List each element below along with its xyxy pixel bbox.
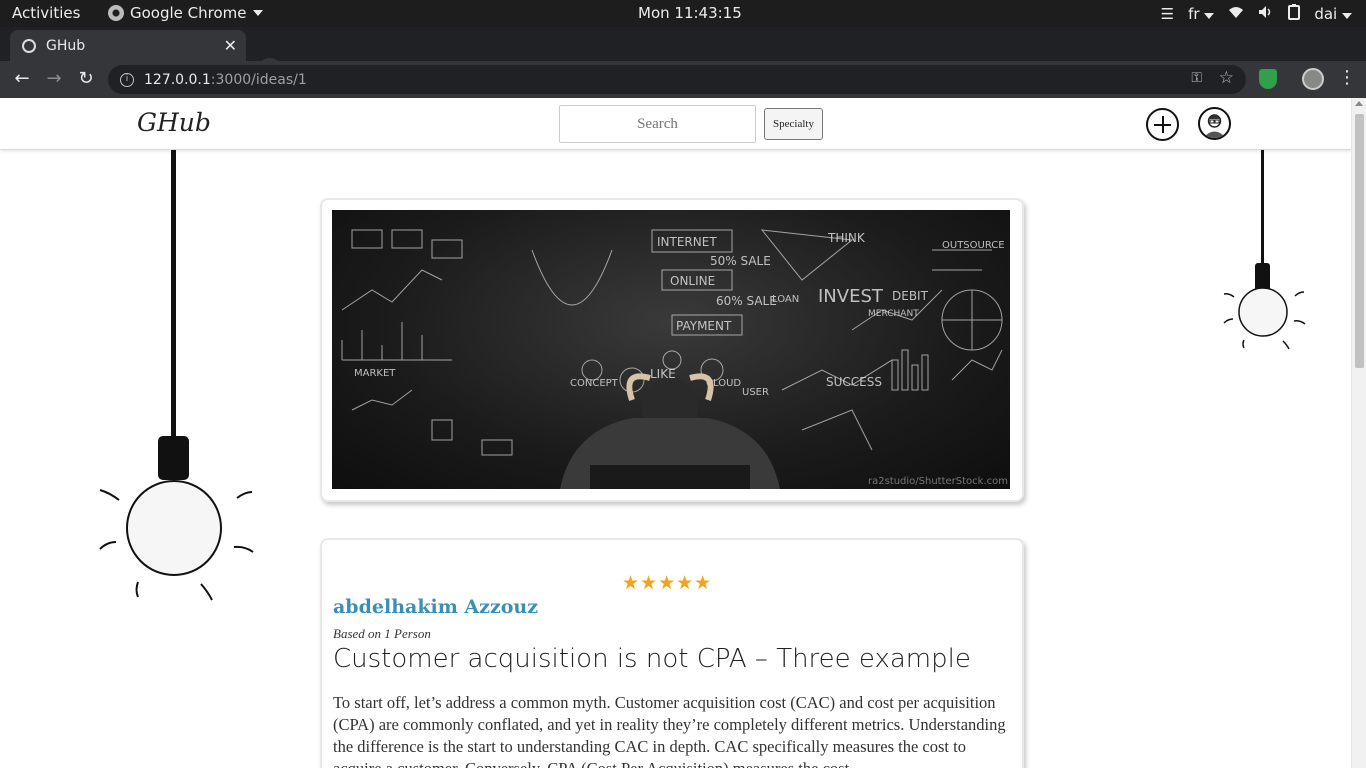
- system-tray[interactable]: ☰ fr dai: [1161, 4, 1352, 24]
- shield-extension-icon[interactable]: [1259, 69, 1277, 89]
- light-bulb-left-illustration: [99, 150, 254, 601]
- svg-text:USER: USER: [742, 387, 769, 398]
- specialty-button[interactable]: Specialty: [764, 108, 823, 140]
- clock[interactable]: Mon 11:43:15: [638, 4, 742, 22]
- svg-text:ONLINE: ONLINE: [670, 274, 715, 288]
- list-menu-icon[interactable]: ☰: [1161, 5, 1174, 23]
- tab-title: GHub: [46, 37, 86, 54]
- browser-toolbar: ← → ↻ i 127.0.0.1:3000/ideas/1 ⚿ ☆: [0, 61, 1366, 98]
- user-name: dai: [1314, 5, 1338, 23]
- rating-stars[interactable]: ★★★★★: [622, 572, 712, 594]
- system-top-bar: Activities Google Chrome Mon 11:43:15 ☰ …: [0, 0, 1366, 27]
- light-bulb-right-illustration: [1223, 150, 1306, 350]
- site-header: GHub Specialty: [0, 98, 1351, 150]
- chevron-down-icon: [1204, 13, 1215, 19]
- page-scrollbar[interactable]: [1351, 98, 1366, 768]
- user-avatar-icon: [1203, 114, 1226, 138]
- rating-count: Based on 1 Person: [333, 626, 431, 641]
- globe-icon: [22, 38, 36, 53]
- wifi-icon: [1228, 5, 1244, 23]
- address-bar[interactable]: i 127.0.0.1:3000/ideas/1 ⚿ ☆: [108, 65, 1246, 94]
- idea-image-card: INTERNET 50% SALE ONLINE 60% SALE PAYMEN…: [320, 198, 1024, 502]
- app-menu[interactable]: Google Chrome: [108, 4, 263, 22]
- chevron-down-icon: [1342, 13, 1352, 19]
- idea-image: INTERNET 50% SALE ONLINE 60% SALE PAYMEN…: [332, 210, 1010, 489]
- add-idea-button[interactable]: [1146, 108, 1179, 141]
- idea-description: To start off, let’s address a common myt…: [333, 693, 1006, 768]
- svg-text:SUCCESS: SUCCESS: [826, 375, 882, 389]
- chevron-down-icon: [252, 10, 263, 16]
- reload-icon[interactable]: ↻: [75, 68, 97, 89]
- browser-tab-strip: GHub ✕ + — ⧉ ✕: [0, 27, 1366, 85]
- svg-text:CONCEPT: CONCEPT: [570, 378, 619, 389]
- image-credit: ra2studio/ShutterStock.com: [867, 476, 1008, 487]
- kebab-menu-icon[interactable]: ⋮: [1338, 67, 1356, 88]
- page-viewport: GHub Specialty: [0, 98, 1366, 768]
- author-link[interactable]: abdelhakim Azzouz: [333, 596, 538, 618]
- search-input[interactable]: [559, 105, 756, 143]
- battery-icon: [1288, 4, 1301, 24]
- back-icon[interactable]: ←: [11, 68, 33, 89]
- key-icon[interactable]: ⚿: [1191, 70, 1202, 86]
- profile-avatar-icon[interactable]: [1302, 68, 1324, 90]
- svg-text:50% SALE: 50% SALE: [710, 254, 771, 268]
- svg-text:MERCHANT: MERCHANT: [868, 309, 919, 319]
- url-host: 127.0.0.1: [144, 71, 211, 88]
- idea-title: Customer acquisition is not CPA – Three …: [333, 644, 971, 674]
- app-menu-label: Google Chrome: [130, 4, 247, 22]
- forward-icon[interactable]: →: [43, 68, 65, 89]
- svg-text:INVEST: INVEST: [818, 286, 884, 307]
- volume-icon: [1258, 5, 1274, 23]
- scrollbar-thumb[interactable]: [1355, 114, 1364, 368]
- svg-text:PAYMENT: PAYMENT: [676, 319, 732, 333]
- user-menu[interactable]: dai: [1314, 5, 1352, 23]
- svg-text:LOAN: LOAN: [772, 294, 799, 305]
- chrome-icon: [108, 5, 124, 21]
- keyboard-layout-label: fr: [1188, 5, 1200, 23]
- close-icon[interactable]: ✕: [224, 36, 237, 55]
- scroll-up-icon[interactable]: [1355, 101, 1363, 106]
- site-logo[interactable]: GHub: [137, 108, 211, 137]
- svg-text:MARKET: MARKET: [354, 368, 396, 379]
- url-path: :3000/ideas/1: [210, 71, 307, 88]
- activities-button[interactable]: Activities: [12, 4, 80, 22]
- svg-text:THINK: THINK: [827, 231, 866, 245]
- svg-text:OUTSOURCE: OUTSOURCE: [942, 240, 1005, 251]
- info-icon[interactable]: i: [120, 72, 134, 87]
- bookmark-star-icon[interactable]: ☆: [1219, 68, 1234, 88]
- svg-text:DEBIT: DEBIT: [892, 289, 929, 303]
- browser-tab[interactable]: GHub ✕: [10, 30, 246, 61]
- idea-details-card: ★★★★★ abdelhakim Azzouz Based on 1 Perso…: [320, 538, 1024, 768]
- profile-avatar-button[interactable]: [1198, 107, 1231, 140]
- keyboard-layout[interactable]: fr: [1188, 5, 1215, 23]
- svg-text:INTERNET: INTERNET: [657, 235, 717, 249]
- chalkboard-illustration: INTERNET 50% SALE ONLINE 60% SALE PAYMEN…: [341, 229, 1005, 489]
- svg-text:60% SALE: 60% SALE: [716, 294, 777, 308]
